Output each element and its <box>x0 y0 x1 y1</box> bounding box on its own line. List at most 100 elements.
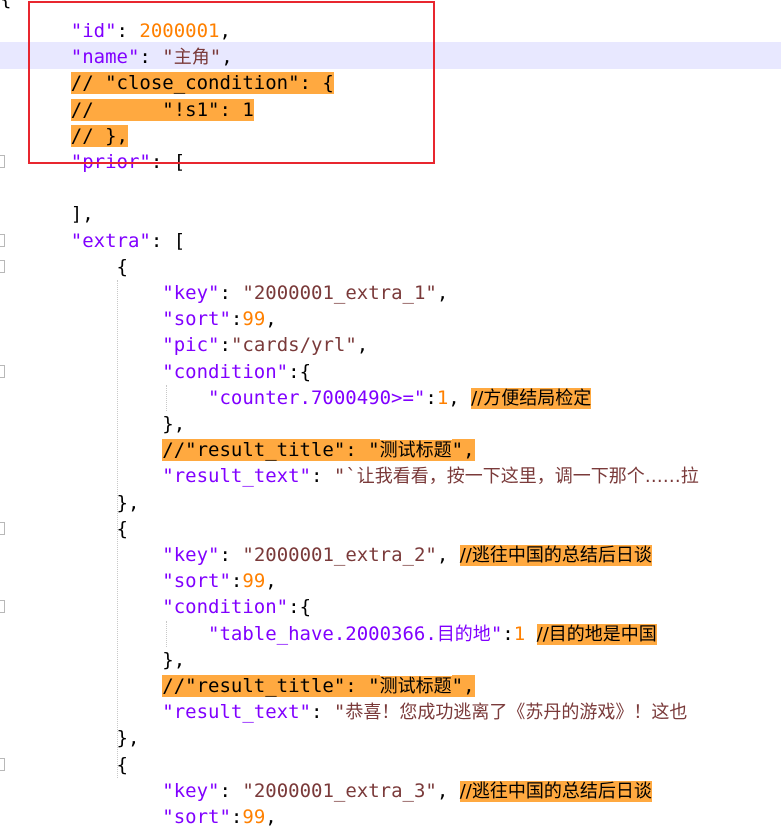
code-line[interactable]: { <box>25 254 781 280</box>
code-token: 恭喜！您成功逃离了《苏丹的游戏》！这也 <box>345 702 688 724</box>
indent-guide <box>166 620 167 647</box>
code-line[interactable]: }, <box>25 411 781 437</box>
fold-marker-icon[interactable] <box>0 364 5 378</box>
code-token: : <box>219 779 243 802</box>
code-token: ", <box>451 439 475 462</box>
code-line[interactable]: "sort":99, <box>25 804 781 830</box>
code-token: { <box>116 517 128 540</box>
fold-marker-icon[interactable] <box>0 600 5 614</box>
code-line[interactable]: }, <box>25 647 781 673</box>
code-token: }, <box>162 648 186 671</box>
code-line[interactable]: "id": 2000001, <box>25 18 781 44</box>
code-line[interactable]: ], <box>25 201 781 227</box>
code-token: , <box>436 544 460 566</box>
code-token: "2000001_extra_2" <box>242 544 437 566</box>
code-line[interactable]: // "close_condition": { <box>25 70 781 96</box>
code-token: : <box>116 20 140 42</box>
code-line[interactable]: "key": "2000001_extra_3", //逃往中国的总结后日谈 <box>25 778 781 804</box>
code-line[interactable]: "table_have.2000366.目的地":1 //目的地是中国 <box>25 621 781 647</box>
code-token: "counter.7000490>=" <box>208 386 426 409</box>
code-token: , <box>265 308 277 331</box>
code-token: "result_text" <box>162 465 311 488</box>
code-token: " <box>333 701 346 724</box>
code-token: : <box>219 544 243 566</box>
code-line[interactable]: "sort":99, <box>25 568 781 594</box>
code-line[interactable]: "prior": [ <box>25 149 781 175</box>
fold-marker-icon[interactable] <box>0 757 5 771</box>
code-token: : <box>311 465 334 488</box>
fold-gutter[interactable] <box>0 0 6 823</box>
code-token: }, <box>162 413 186 435</box>
code-line[interactable]: "key": "2000001_extra_2", //逃往中国的总结后日谈 <box>25 542 781 568</box>
code-token: "pic" <box>162 334 220 357</box>
code-line[interactable]: { <box>25 752 781 778</box>
code-token: 99 <box>242 308 266 331</box>
code-token: :{ <box>288 596 312 619</box>
code-line[interactable] <box>25 175 781 201</box>
code-token: //目的地是中国 <box>536 623 657 645</box>
code-token: "key" <box>162 544 220 566</box>
code-token: //逃往中国的总结后日谈 <box>459 545 652 566</box>
code-line[interactable]: // "!s1": 1 <box>25 97 781 123</box>
code-line[interactable]: }, <box>25 725 781 751</box>
code-line[interactable]: "sort":99, <box>25 306 781 332</box>
code-token: 测试标题 <box>379 676 452 697</box>
code-token: "table_have.2000366. <box>208 622 437 645</box>
indent-guide <box>117 280 118 778</box>
code-line[interactable]: "result_text": "`让我看看，按一下这里，调一下那个……拉 <box>25 463 781 489</box>
code-line[interactable]: "key": "2000001_extra_1", <box>25 280 781 306</box>
code-line[interactable]: //"result_title": "测试标题", <box>25 437 781 463</box>
code-token: : <box>139 46 163 69</box>
fold-marker-icon[interactable] <box>0 233 5 247</box>
code-token: "name" <box>70 46 140 69</box>
code-token: //方便结局检定 <box>471 387 592 409</box>
code-token: , <box>265 570 277 593</box>
code-token: 99 <box>242 806 266 828</box>
code-token: 让我看看，按一下这里，调一下那个……拉 <box>356 466 699 488</box>
code-token: , <box>436 779 460 802</box>
code-token: // }, <box>70 124 128 147</box>
code-token: " <box>209 46 222 69</box>
code-token: { <box>116 753 128 776</box>
code-token: "id" <box>70 20 117 42</box>
code-token: //"result_title": " <box>162 675 380 697</box>
code-token: 2000001 <box>139 20 220 42</box>
fold-marker-icon[interactable] <box>0 521 5 535</box>
code-token: "2000001_extra_3" <box>242 779 437 802</box>
code-line[interactable]: { <box>25 516 781 542</box>
code-line[interactable]: "pic":"cards/yrl", <box>25 332 781 358</box>
code-token: "condition" <box>162 596 289 619</box>
code-token: : <box>219 282 243 304</box>
code-line[interactable]: }, <box>25 490 781 516</box>
code-line[interactable]: "result_text": "恭喜！您成功逃离了《苏丹的游戏》！这也 <box>25 699 781 725</box>
fold-marker-icon[interactable] <box>0 259 5 273</box>
code-token: // "!s1": 1 <box>70 98 254 121</box>
code-token: //"result_title": " <box>162 439 380 462</box>
code-editor[interactable]: { "id": 2000001, "name": "主角", // "close… <box>0 0 781 828</box>
code-line[interactable]: // }, <box>25 123 781 149</box>
code-token: 1 <box>513 622 526 645</box>
code-line[interactable]: "condition":{ <box>25 359 781 385</box>
fold-marker-icon[interactable] <box>0 155 5 168</box>
code-line[interactable]: //"result_title": "测试标题", <box>25 673 781 699</box>
code-line[interactable]: "extra": [ <box>25 228 781 254</box>
code-token: "2000001_extra_1" <box>242 282 437 304</box>
code-line[interactable]: "condition":{ <box>25 594 781 620</box>
code-line[interactable]: "name": "主角", <box>25 44 781 70</box>
code-line[interactable]: "counter.7000490>=":1, //方便结局检定 <box>25 385 781 411</box>
